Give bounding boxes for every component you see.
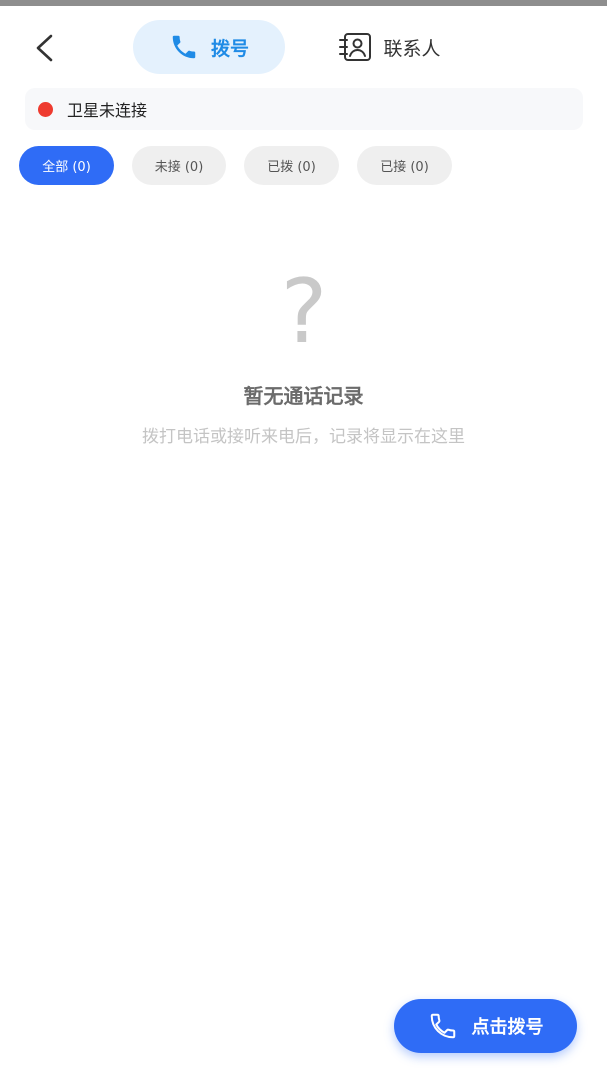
satellite-status-bar: 卫星未连接	[25, 88, 583, 130]
status-dot-icon	[38, 101, 53, 117]
phone-icon	[430, 1013, 455, 1039]
filter-chip-dialed[interactable]: 已拨 (0)	[244, 146, 339, 185]
empty-state-subtitle: 拨打电话或接听来电后，记录将显示在这里	[142, 427, 465, 447]
filter-chip-missed[interactable]: 未接 (0)	[132, 146, 226, 185]
call-log-screen: 拨号 联系人 卫星未连接 全部 (0) 未接 (0) 已拨 (0) 已接 (0)…	[0, 0, 607, 1080]
tab-dial[interactable]: 拨号	[133, 20, 285, 74]
empty-state-title: 暂无通话记录	[243, 384, 364, 408]
back-button[interactable]	[22, 28, 66, 68]
dial-fab-button[interactable]: 点击拨号	[394, 999, 577, 1053]
status-bar-strip	[0, 0, 607, 6]
filter-chip-all[interactable]: 全部 (0)	[19, 146, 114, 185]
filter-chip-received[interactable]: 已接 (0)	[357, 146, 452, 185]
contacts-icon	[339, 33, 372, 61]
dial-fab-label: 点击拨号	[471, 1017, 544, 1038]
tab-contacts[interactable]: 联系人	[320, 20, 460, 74]
tab-dial-label: 拨号	[210, 37, 249, 60]
chevron-left-icon	[36, 34, 53, 62]
satellite-status-text: 卫星未连接	[67, 101, 148, 120]
question-mark-icon: ?	[280, 260, 328, 363]
tab-contacts-label: 联系人	[383, 37, 441, 60]
phone-icon	[172, 35, 196, 59]
